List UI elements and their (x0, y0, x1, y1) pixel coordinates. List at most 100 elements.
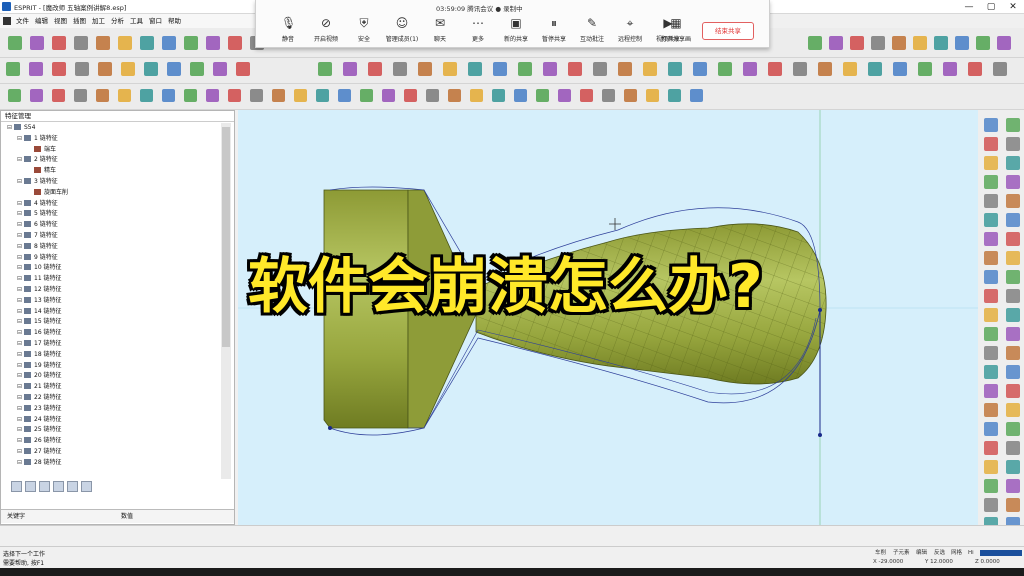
tab-settings-icon[interactable] (81, 481, 92, 492)
tree-item[interactable]: ⊟ 12 链特征 (3, 285, 221, 296)
toolbar-tool-icon[interactable] (426, 89, 439, 102)
toolbar-tool-icon[interactable] (236, 62, 250, 76)
right-tool-icon[interactable] (984, 422, 998, 436)
expand-toggle-icon[interactable]: ⊟ (17, 209, 24, 220)
toolbar-tool-icon[interactable] (850, 36, 864, 50)
toolbar-tool-icon[interactable] (468, 62, 482, 76)
toolbar-tool-icon[interactable] (829, 36, 843, 50)
status-button-grid[interactable]: 网格 (951, 549, 962, 557)
expand-toggle-icon[interactable]: ⊟ (17, 220, 24, 231)
toolbar-tool-icon[interactable] (30, 36, 44, 50)
right-tool-icon[interactable] (984, 346, 998, 360)
toolbar-tool-icon[interactable] (96, 89, 109, 102)
tab-features-icon[interactable] (25, 481, 36, 492)
expand-toggle-icon[interactable]: ⊟ (17, 231, 24, 242)
right-tool-icon[interactable] (984, 498, 998, 512)
meeting-tool-annotate[interactable]: ✎ 互动批注 (572, 16, 612, 43)
toolbar-tool-icon[interactable] (643, 62, 657, 76)
right-tool-icon[interactable] (984, 327, 998, 341)
tree-item[interactable]: ⊟ 16 链特征 (3, 328, 221, 339)
toolbar-tool-icon[interactable] (118, 36, 132, 50)
toolbar-tool-icon[interactable] (338, 89, 351, 102)
right-tool-icon[interactable] (984, 175, 998, 189)
toolbar-tool-icon[interactable] (693, 62, 707, 76)
tree-item[interactable]: ⊟ 9 链特征 (3, 253, 221, 264)
toolbar-tool-icon[interactable] (618, 62, 632, 76)
expand-toggle-icon[interactable]: ⊟ (17, 199, 24, 210)
toolbar-tool-icon[interactable] (518, 62, 532, 76)
right-tool-icon[interactable] (984, 232, 998, 246)
toolbar-tool-icon[interactable] (918, 62, 932, 76)
cad-viewport[interactable]: 软件会崩溃怎么办? (238, 110, 978, 525)
expand-toggle-icon[interactable]: ⊟ (17, 393, 24, 404)
right-tool-icon[interactable] (984, 137, 998, 151)
toolbar-tool-icon[interactable] (96, 36, 110, 50)
toolbar-tool-icon[interactable] (184, 36, 198, 50)
right-tool-icon[interactable] (984, 213, 998, 227)
toolbar-tool-icon[interactable] (52, 36, 66, 50)
toolbar-tool-icon[interactable] (558, 89, 571, 102)
toolbar-tool-icon[interactable] (294, 89, 307, 102)
toolbar-tool-icon[interactable] (98, 62, 112, 76)
toolbar-tool-icon[interactable] (228, 89, 241, 102)
meeting-tool-more[interactable]: ⋯ 更多 (458, 16, 498, 43)
toolbar-tool-icon[interactable] (493, 62, 507, 76)
tree-item[interactable]: ⊟ 14 链特征 (3, 307, 221, 318)
tree-item[interactable]: ⊟ 7 链特征 (3, 231, 221, 242)
menu-help[interactable]: 帮助 (165, 14, 184, 28)
expand-toggle-icon[interactable]: ⊟ (17, 404, 24, 415)
toolbar-tool-icon[interactable] (492, 89, 505, 102)
expand-toggle-icon[interactable]: ⊟ (17, 263, 24, 274)
expand-toggle-icon[interactable]: ⊟ (17, 339, 24, 350)
tree-item[interactable]: ⊟ 26 链特征 (3, 436, 221, 447)
toolbar-tool-icon[interactable] (52, 62, 66, 76)
toolbar-tool-icon[interactable] (448, 89, 461, 102)
menu-window[interactable]: 窗口 (146, 14, 165, 28)
toolbar-tool-icon[interactable] (536, 89, 549, 102)
tree-scrollbar[interactable] (221, 123, 231, 479)
right-tool-icon[interactable] (1006, 422, 1020, 436)
tree-item[interactable]: ⊟ 25 链特征 (3, 425, 221, 436)
tree-item[interactable]: 旋面车削 (3, 188, 221, 199)
toolbar-tool-icon[interactable] (206, 36, 220, 50)
meeting-tool-people[interactable]: ☺ 管理成员(1) (382, 16, 422, 43)
expand-toggle-icon[interactable]: ⊟ (17, 436, 24, 447)
expand-toggle-icon[interactable]: ⊟ (17, 328, 24, 339)
expand-toggle-icon[interactable]: ⊟ (17, 350, 24, 361)
toolbar-tool-icon[interactable] (121, 62, 135, 76)
expand-toggle-icon[interactable]: ⊟ (17, 361, 24, 372)
toolbar-tool-icon[interactable] (646, 89, 659, 102)
right-tool-icon[interactable] (984, 156, 998, 170)
tree-item[interactable]: ⊟ 11 链特征 (3, 274, 221, 285)
right-tool-icon[interactable] (1006, 156, 1020, 170)
right-tool-icon[interactable] (1006, 327, 1020, 341)
tree-item[interactable]: ⊟ S54 (3, 123, 221, 134)
status-button-subelement[interactable]: 子元素 (893, 549, 910, 557)
right-tool-icon[interactable] (984, 308, 998, 322)
menu-edit[interactable]: 编辑 (32, 14, 51, 28)
meeting-tool-screen-share[interactable]: ▦ 打开共享画 (656, 16, 696, 43)
toolbar-tool-icon[interactable] (382, 89, 395, 102)
toolbar-tool-icon[interactable] (934, 36, 948, 50)
right-tool-icon[interactable] (1006, 251, 1020, 265)
right-tool-icon[interactable] (1006, 479, 1020, 493)
toolbar-tool-icon[interactable] (718, 62, 732, 76)
toolbar-tool-icon[interactable] (818, 62, 832, 76)
expand-toggle-icon[interactable]: ⊟ (17, 296, 24, 307)
toolbar-tool-icon[interactable] (593, 62, 607, 76)
toolbar-tool-icon[interactable] (580, 89, 593, 102)
tree-item[interactable]: ⊟ 6 链特征 (3, 220, 221, 231)
toolbar-tool-icon[interactable] (343, 62, 357, 76)
toolbar-tool-icon[interactable] (74, 89, 87, 102)
close-button[interactable]: ✕ (1002, 0, 1024, 14)
tree-item[interactable]: ⊟ 4 链特征 (3, 199, 221, 210)
expand-toggle-icon[interactable]: ⊟ (17, 382, 24, 393)
toolbar-tool-icon[interactable] (913, 36, 927, 50)
end-share-button[interactable]: 结束共享 (702, 22, 754, 40)
expand-toggle-icon[interactable]: ⊟ (17, 458, 24, 469)
toolbar-tool-icon[interactable] (868, 62, 882, 76)
toolbar-tool-icon[interactable] (30, 89, 43, 102)
toolbar-tool-icon[interactable] (29, 62, 43, 76)
tree-item[interactable]: ⊟ 15 链特征 (3, 317, 221, 328)
toolbar-tool-icon[interactable] (892, 36, 906, 50)
